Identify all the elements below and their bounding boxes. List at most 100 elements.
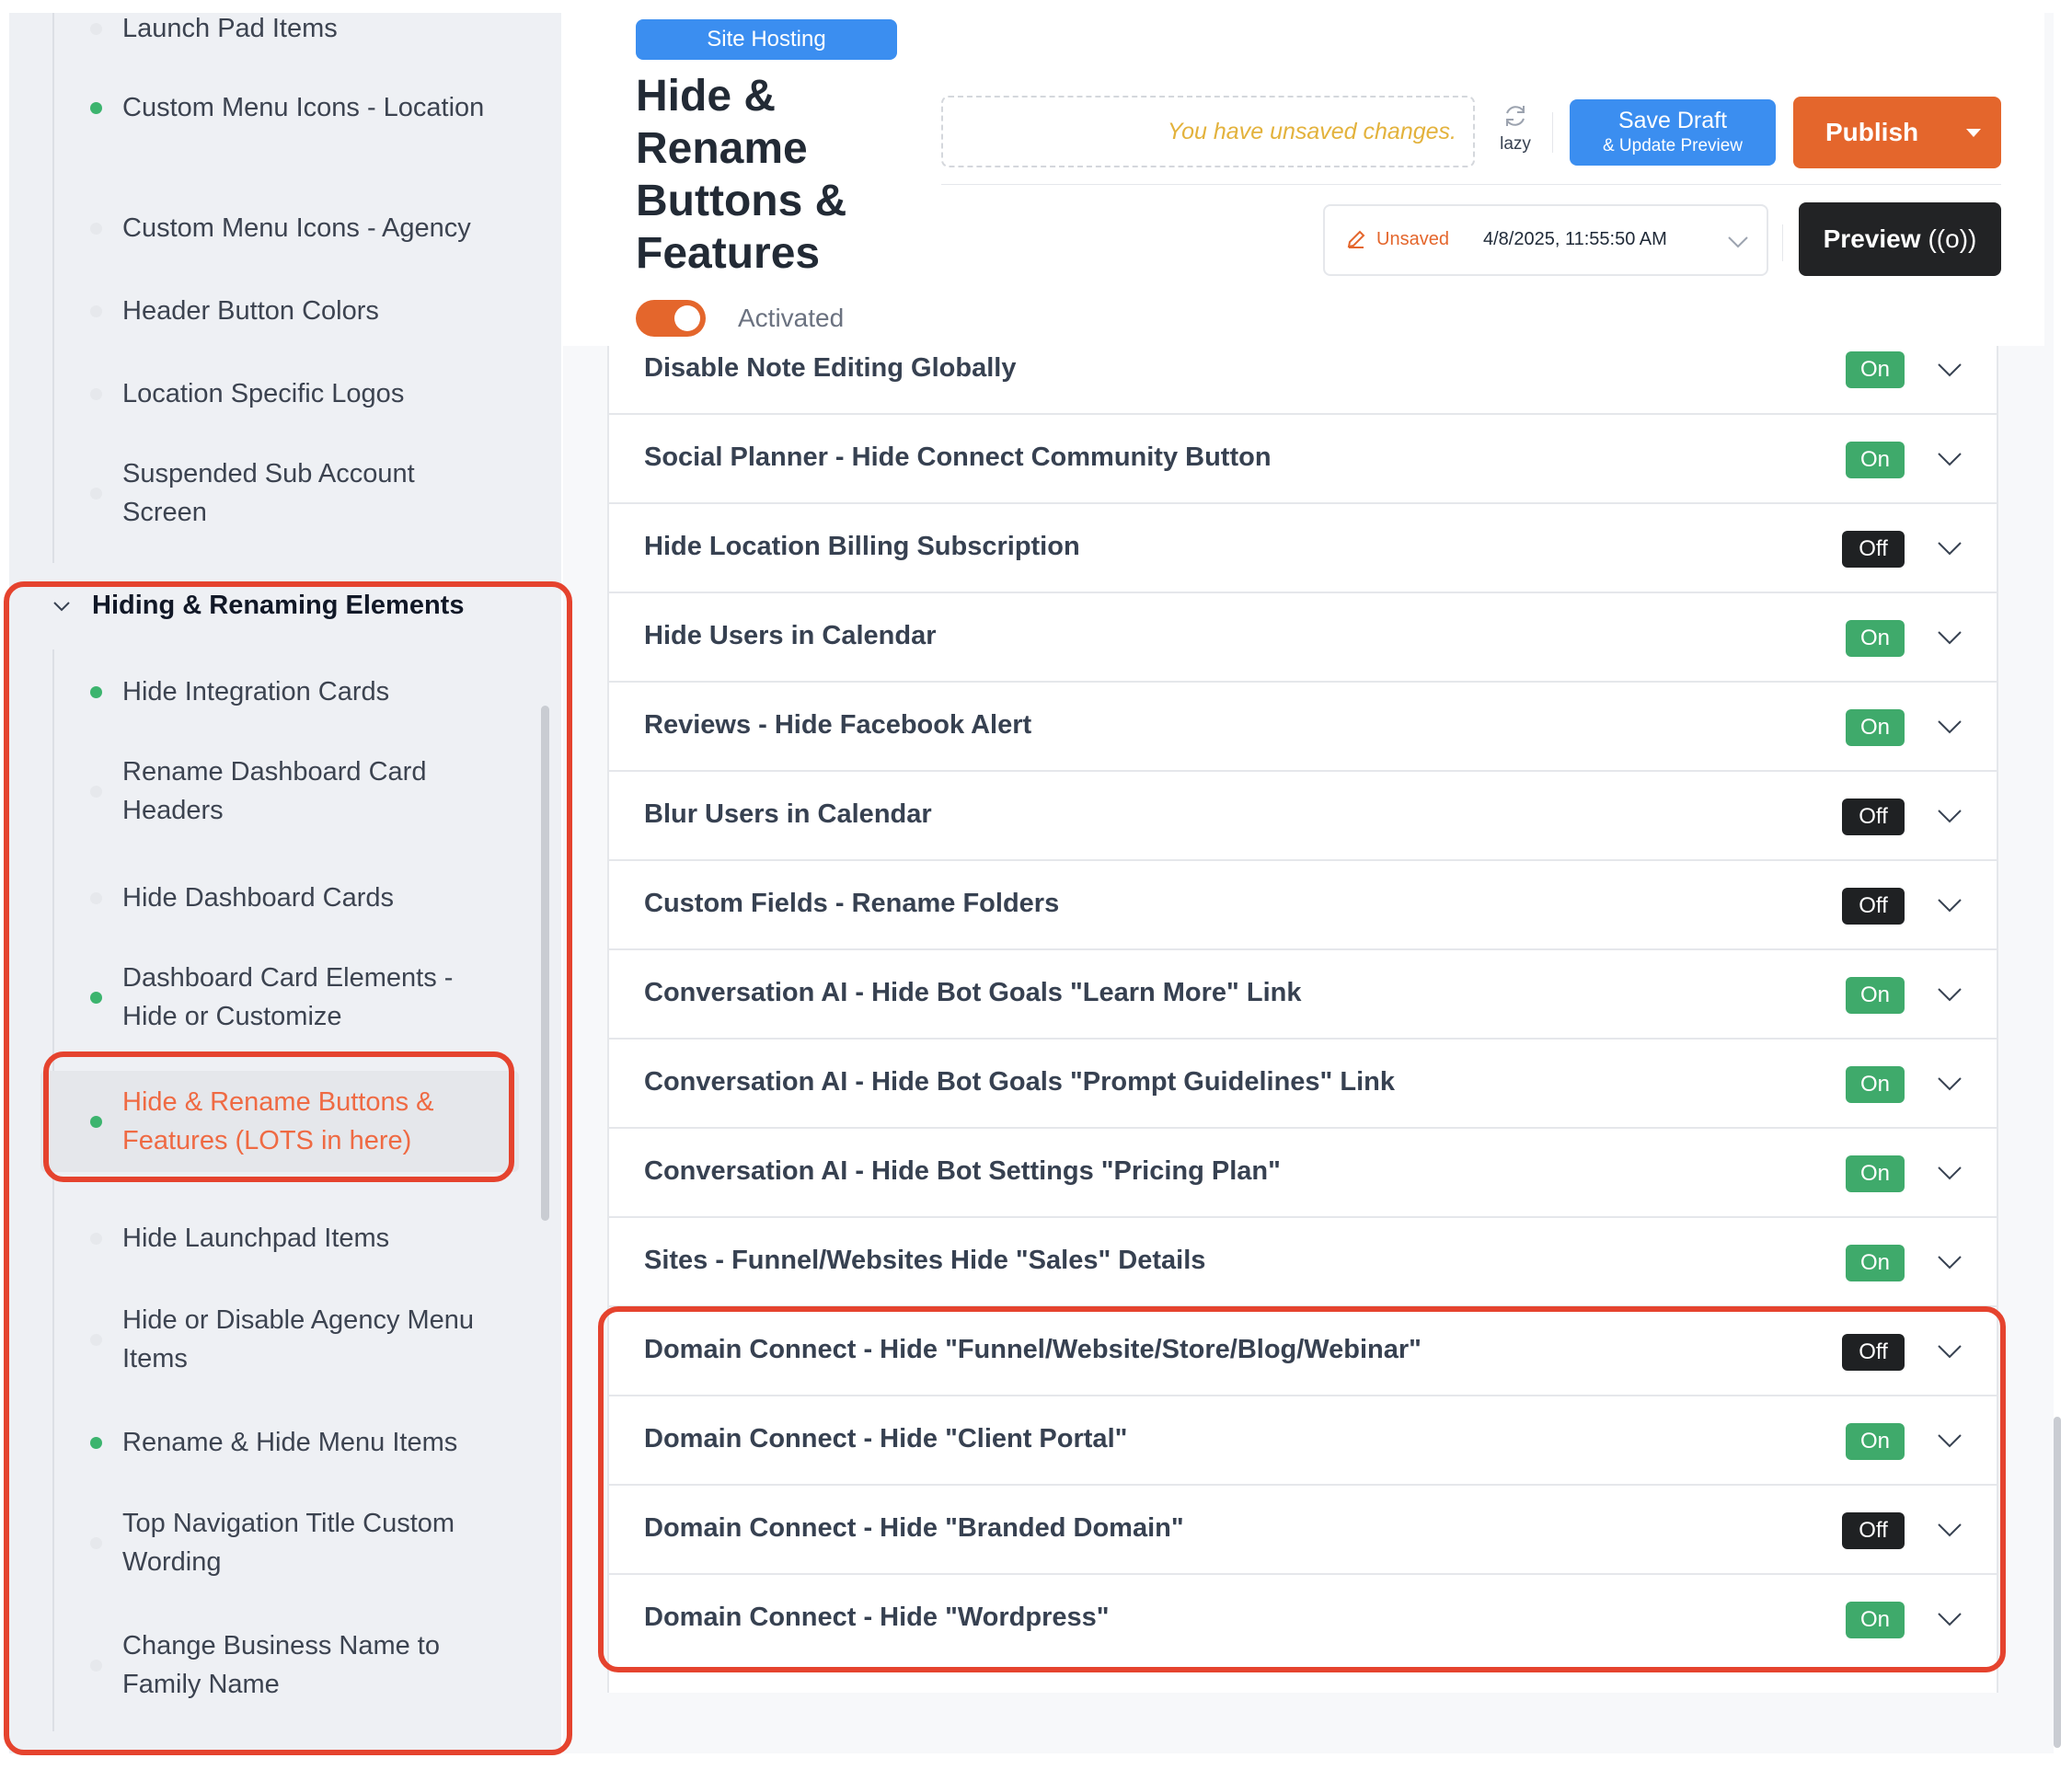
sidebar-item-rename-hide-menu-items[interactable]: Rename & Hide Menu Items (40, 1423, 519, 1462)
feature-row[interactable]: Conversation AI - Hide Bot Settings "Pri… (609, 1129, 1997, 1218)
save-draft-button[interactable]: Save Draft & Update Preview (1570, 99, 1776, 166)
sidebar-item-label: Hide & Rename Buttons & Features (LOTS i… (122, 1087, 434, 1155)
feature-row[interactable]: Custom Fields - Rename Folders Off (609, 861, 1997, 950)
status-dot (90, 1659, 102, 1672)
lazy-label: lazy (1500, 134, 1531, 154)
feature-row[interactable]: Social Planner - Hide Connect Community … (609, 415, 1997, 504)
feature-row[interactable]: Blur Users in Calendar Off (609, 772, 1997, 861)
chevron-down-icon[interactable] (1936, 896, 1963, 914)
status-badge: On (1846, 1423, 1905, 1460)
sidebar-item-hide-launchpad-items[interactable]: Hide Launchpad Items (40, 1219, 519, 1258)
feature-row[interactable]: Conversation AI - Hide Bot Goals "Learn … (609, 950, 1997, 1040)
status-badge: Off (1842, 799, 1905, 835)
main-scrollbar[interactable] (2054, 1417, 2061, 1748)
sidebar-item-launch-pad-items[interactable]: Launch Pad Items (40, 13, 519, 48)
chevron-down-icon (53, 601, 70, 611)
sidebar-item-rename-dashboard-card-headers[interactable]: Rename Dashboard Card Headers (40, 753, 519, 830)
feature-label: Reviews - Hide Facebook Alert (644, 710, 1032, 740)
sidebar-item-label: Hide Dashboard Cards (122, 883, 394, 913)
sidebar-item-label: Dashboard Card Elements - Hide or Custom… (122, 963, 454, 1031)
sidebar-item-dashboard-card-elements[interactable]: Dashboard Card Elements - Hide or Custom… (40, 959, 519, 1036)
sidebar-item-hide-dashboard-cards[interactable]: Hide Dashboard Cards (40, 879, 519, 917)
sidebar-item-hide-disable-agency-menu-items[interactable]: Hide or Disable Agency Menu Items (40, 1301, 519, 1378)
feature-label: Custom Fields - Rename Folders (644, 889, 1060, 918)
chevron-down-icon[interactable] (1936, 1074, 1963, 1093)
feature-row[interactable]: Hide Location Billing Subscription Off (609, 504, 1997, 593)
status-dot (90, 304, 102, 317)
publish-label: Publish (1825, 118, 1919, 146)
caret-down-icon[interactable] (1966, 129, 1981, 137)
chevron-down-icon[interactable] (1936, 718, 1963, 736)
chevron-down-icon[interactable] (1936, 1342, 1963, 1361)
chevron-down-icon[interactable] (1936, 450, 1963, 468)
activated-toggle[interactable] (636, 300, 706, 337)
chevron-down-icon[interactable] (1936, 1610, 1963, 1628)
feature-label: Domain Connect - Hide "Client Portal" (644, 1424, 1128, 1454)
status-dot (90, 1536, 102, 1549)
status-badge: On (1846, 1066, 1905, 1103)
feature-list: Disable Note Editing Globally On Social … (607, 327, 1998, 1693)
sidebar-section-hiding-renaming[interactable]: Hiding & Renaming Elements (40, 591, 464, 621)
feature-label: Hide Location Billing Subscription (644, 532, 1080, 561)
toggle-knob (674, 305, 700, 331)
sidebar-item-custom-menu-icons-agency[interactable]: Custom Menu Icons - Agency (40, 209, 519, 247)
feature-row[interactable]: Reviews - Hide Facebook Alert On (609, 683, 1997, 772)
status-dot (90, 785, 102, 798)
sidebar-scrollbar[interactable] (541, 706, 549, 1221)
sidebar-item-label: Custom Menu Icons - Location (122, 93, 485, 122)
feature-label: Sites - Funnel/Websites Hide "Sales" Det… (644, 1246, 1206, 1275)
chevron-down-icon[interactable] (1936, 1521, 1963, 1539)
feature-row[interactable]: Domain Connect - Hide "Branded Domain" O… (609, 1486, 1997, 1575)
preview-button[interactable]: Preview ((o)) (1799, 202, 2001, 276)
status-dot (90, 891, 102, 904)
sidebar-item-label: Hide Launchpad Items (122, 1224, 390, 1253)
sidebar-item-change-business-name[interactable]: Change Business Name to Family Name (40, 1626, 519, 1704)
sidebar-item-location-specific-logos[interactable]: Location Specific Logos (40, 374, 519, 413)
chevron-down-icon[interactable] (1936, 1164, 1963, 1182)
status-dot (90, 222, 102, 235)
status-dot (90, 22, 102, 35)
feature-label: Domain Connect - Hide "Funnel/Website/St… (644, 1335, 1422, 1364)
publish-button[interactable]: Publish (1793, 97, 2001, 168)
status-badge: Off (1842, 1512, 1905, 1549)
status-dot (90, 387, 102, 400)
sidebar-section-label: Hiding & Renaming Elements (92, 591, 465, 620)
version-status: Unsaved (1376, 229, 1449, 249)
sidebar-item-header-button-colors[interactable]: Header Button Colors (40, 292, 519, 330)
activated-label: Activated (738, 304, 845, 332)
status-badge: On (1846, 1602, 1905, 1638)
feature-row[interactable]: Domain Connect - Hide "Wordpress" On (609, 1575, 1997, 1664)
sidebar: Launch Pad Items Custom Menu Icons - Loc… (9, 13, 561, 1753)
feature-row[interactable]: Domain Connect - Hide "Funnel/Website/St… (609, 1307, 1997, 1396)
sidebar-item-hide-integration-cards[interactable]: Hide Integration Cards (40, 672, 519, 711)
sidebar-item-label: Launch Pad Items (122, 14, 338, 43)
feature-row[interactable]: Conversation AI - Hide Bot Goals "Prompt… (609, 1040, 1997, 1129)
sidebar-item-top-navigation-title[interactable]: Top Navigation Title Custom Wording (40, 1504, 519, 1581)
chevron-down-icon[interactable] (1936, 985, 1963, 1004)
chevron-down-icon[interactable] (1936, 628, 1963, 647)
sidebar-item-label: Rename Dashboard Card Headers (122, 757, 427, 825)
status-badge: Off (1842, 1334, 1905, 1371)
feature-label: Domain Connect - Hide "Wordpress" (644, 1603, 1110, 1632)
status-dot (90, 685, 102, 698)
chevron-down-icon[interactable] (1936, 361, 1963, 379)
status-badge: On (1846, 1245, 1905, 1281)
status-badge: Off (1842, 531, 1905, 568)
divider (1782, 224, 1783, 261)
chevron-down-icon[interactable] (1936, 1253, 1963, 1271)
chevron-down-icon[interactable] (1936, 539, 1963, 557)
site-hosting-tag[interactable]: Site Hosting (636, 19, 897, 60)
sidebar-item-hide-rename-buttons-features[interactable]: Hide & Rename Buttons & Features (LOTS i… (40, 1071, 519, 1172)
pencil-icon (1347, 230, 1365, 248)
sidebar-item-suspended-sub-account-screen[interactable]: Suspended Sub Account Screen (40, 454, 519, 532)
status-dot (90, 1115, 102, 1128)
chevron-down-icon[interactable] (1936, 1431, 1963, 1450)
feature-row[interactable]: Domain Connect - Hide "Client Portal" On (609, 1396, 1997, 1486)
feature-label: Conversation AI - Hide Bot Goals "Learn … (644, 978, 1302, 1007)
version-select[interactable]: Unsaved 4/8/2025, 11:55:50 AM (1323, 204, 1768, 276)
feature-row[interactable]: Hide Users in Calendar On (609, 593, 1997, 683)
chevron-down-icon[interactable] (1936, 807, 1963, 825)
sidebar-item-custom-menu-icons-location[interactable]: Custom Menu Icons - Location (40, 88, 519, 127)
lazy-refresh-button[interactable]: lazy (1492, 103, 1538, 155)
feature-row[interactable]: Sites - Funnel/Websites Hide "Sales" Det… (609, 1218, 1997, 1307)
